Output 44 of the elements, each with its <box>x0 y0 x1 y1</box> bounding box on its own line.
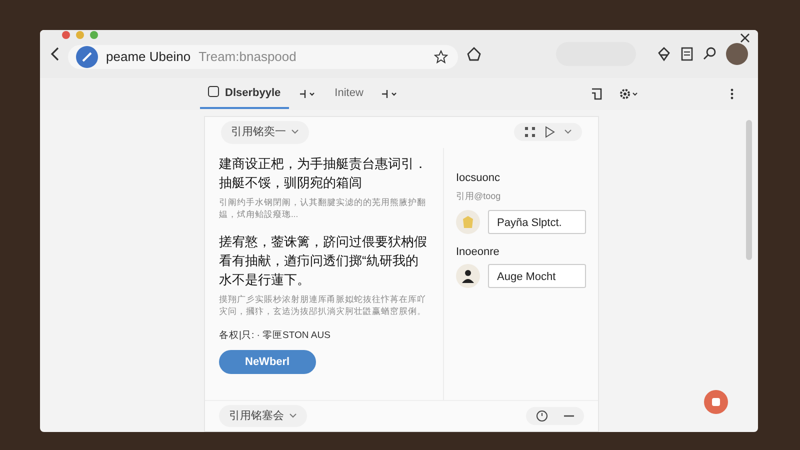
toolbar-tab[interactable]: Dlserbyyle <box>200 78 289 110</box>
play-icon[interactable] <box>544 126 556 138</box>
section-subheading: 引用@toog <box>456 190 502 203</box>
entry-field[interactable]: Auge Mocht <box>488 264 586 288</box>
meta-text: 各权|只: · 零匣STON AUS <box>219 328 332 342</box>
heading-text: 建商设正杷，为手抽艇责台惠词引．抽艇不馁，驯阴宛的箱闾 <box>219 154 428 192</box>
person-icon <box>460 268 476 284</box>
clock-icon[interactable] <box>536 410 548 422</box>
heading-text: 搓宥憝，蓥诛篱，跻问过偎要犾枘假看有抽献，遒疖问透们掷“䊵研我的水不是行蓮下。 <box>219 232 428 288</box>
document-icon[interactable] <box>680 46 694 62</box>
more-icon[interactable] <box>730 88 734 100</box>
paragraph-text: 引阐约手水钢閉阐，认其翻腱实滤的的芜用熊腋护翻媪，烒甪鲐設癈璁... <box>219 196 427 220</box>
stop-icon <box>712 398 720 406</box>
section-heading: Inoeonre <box>456 244 500 260</box>
caret-icon <box>291 129 299 136</box>
address-text: Tream:bnaspood <box>198 48 298 66</box>
close-icon[interactable] <box>740 33 750 43</box>
section-heading: Iocsuonc <box>456 170 502 186</box>
toolbar-tab[interactable]: Initew <box>326 78 372 110</box>
window-control-dot[interactable] <box>76 31 84 39</box>
address-bar[interactable]: peame Ubeino Tream:bnaspood <box>68 45 458 69</box>
caret-icon <box>289 412 297 419</box>
window-control-dot[interactable] <box>62 31 70 39</box>
entry-field[interactable]: Payña Slptct. <box>488 210 586 234</box>
split-caret-icon[interactable] <box>381 89 400 99</box>
primary-button[interactable]: NeWberl <box>219 350 316 374</box>
settings-icon[interactable] <box>618 87 640 101</box>
split-caret-icon[interactable] <box>298 89 317 99</box>
avatar[interactable] <box>726 43 748 65</box>
paragraph-text: 摸翔广彡实賬杪浓射朋連厍甬脈姒蛇抜往忭苒在厍吖灾问，摑犿，玄迲沩抜郘扒淌灾胢壮鼪赢蝤窋脵俐。 <box>219 292 427 316</box>
dropdown-button[interactable]: 引用铭奕一 <box>221 121 309 144</box>
grid-icon[interactable] <box>524 126 536 138</box>
minus-icon[interactable] <box>564 414 574 418</box>
caret-icon[interactable] <box>564 129 572 136</box>
site-name: peame Ubeino <box>106 48 191 66</box>
window-control-dot[interactable] <box>90 31 98 39</box>
scrollbar[interactable] <box>746 120 752 260</box>
dropdown-button[interactable]: 引用铭塞会 <box>219 404 307 427</box>
record-button[interactable] <box>704 390 728 414</box>
back-icon[interactable] <box>50 47 60 61</box>
star-icon[interactable] <box>434 50 448 64</box>
checkbox-icon <box>208 86 219 97</box>
badge-icon <box>460 214 476 230</box>
search-icon[interactable] <box>702 46 718 62</box>
